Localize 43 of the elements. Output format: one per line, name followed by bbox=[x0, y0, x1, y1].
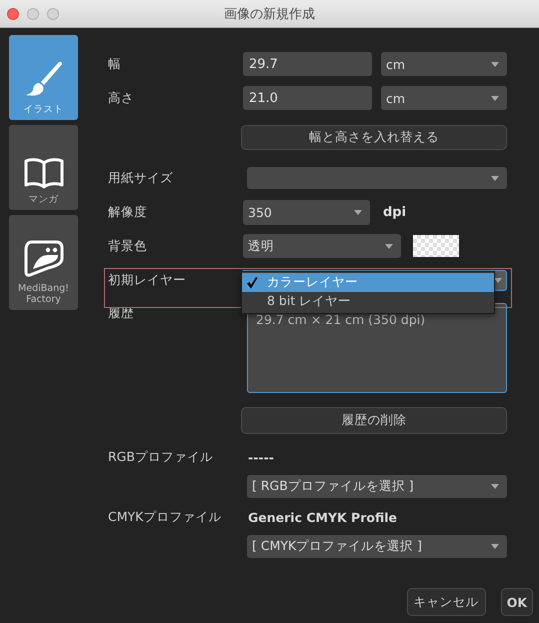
cancel-button[interactable]: キャンセル bbox=[406, 588, 486, 616]
ghost-icon bbox=[24, 238, 64, 278]
canvas-type-tab[interactable]: MediBang! Factory bbox=[9, 215, 78, 310]
canvas-type-tab[interactable]: マンガ bbox=[9, 125, 78, 210]
field-label: RGBプロファイル bbox=[108, 448, 214, 466]
caret-icon bbox=[491, 484, 499, 489]
caret-icon bbox=[494, 278, 502, 283]
resolution-dropdown[interactable]: 350 bbox=[243, 200, 370, 225]
field-label: 高さ bbox=[108, 90, 135, 106]
caret-icon bbox=[491, 96, 499, 100]
window-title: 画像の新規作成 bbox=[224, 6, 315, 22]
check-icon bbox=[246, 276, 258, 288]
swap-button[interactable]: 幅と高さを入れ替える bbox=[241, 125, 507, 150]
field-label: 幅 bbox=[108, 56, 122, 72]
history-entry[interactable]: 29.7 cm × 21 cm (350 dpi) bbox=[256, 312, 498, 327]
profile-dropdown[interactable]: [ RGBプロファイルを選択 ] bbox=[247, 475, 507, 498]
clear-history-button[interactable]: 履歴の削除 bbox=[241, 407, 507, 434]
unit-dropdown[interactable]: cm bbox=[381, 86, 507, 110]
field-label: 用紙サイズ bbox=[108, 170, 174, 186]
profile-value: Generic CMYK Profile bbox=[248, 510, 397, 524]
profile-dropdown[interactable]: [ CMYKプロファイルを選択 ] bbox=[247, 535, 507, 558]
zoom-button[interactable] bbox=[47, 8, 59, 20]
close-button[interactable] bbox=[7, 8, 19, 20]
size-field[interactable]: 21.0 bbox=[243, 86, 372, 110]
book-icon bbox=[22, 157, 64, 190]
field-label: 初期レイヤー bbox=[108, 271, 187, 289]
background-dropdown[interactable]: 透明 bbox=[243, 234, 401, 258]
transparency-swatch[interactable] bbox=[413, 235, 459, 257]
field-label: 背景色 bbox=[108, 238, 148, 254]
caret-icon bbox=[491, 544, 499, 549]
field-label: 解像度 bbox=[108, 204, 148, 221]
caret-icon bbox=[354, 210, 362, 215]
paper-size-dropdown[interactable] bbox=[247, 167, 507, 189]
caret-icon bbox=[491, 62, 499, 66]
minimize-button[interactable] bbox=[27, 8, 39, 20]
size-field[interactable]: 29.7 bbox=[243, 52, 372, 76]
caret-icon bbox=[491, 176, 499, 180]
ok-button[interactable]: OK bbox=[500, 588, 533, 616]
field-label: CMYKプロファイル bbox=[108, 508, 222, 526]
caret-icon bbox=[385, 244, 393, 248]
profile-value: ----- bbox=[248, 450, 274, 464]
unit-label: dpi bbox=[383, 205, 406, 220]
unit-dropdown[interactable]: cm bbox=[381, 52, 507, 76]
